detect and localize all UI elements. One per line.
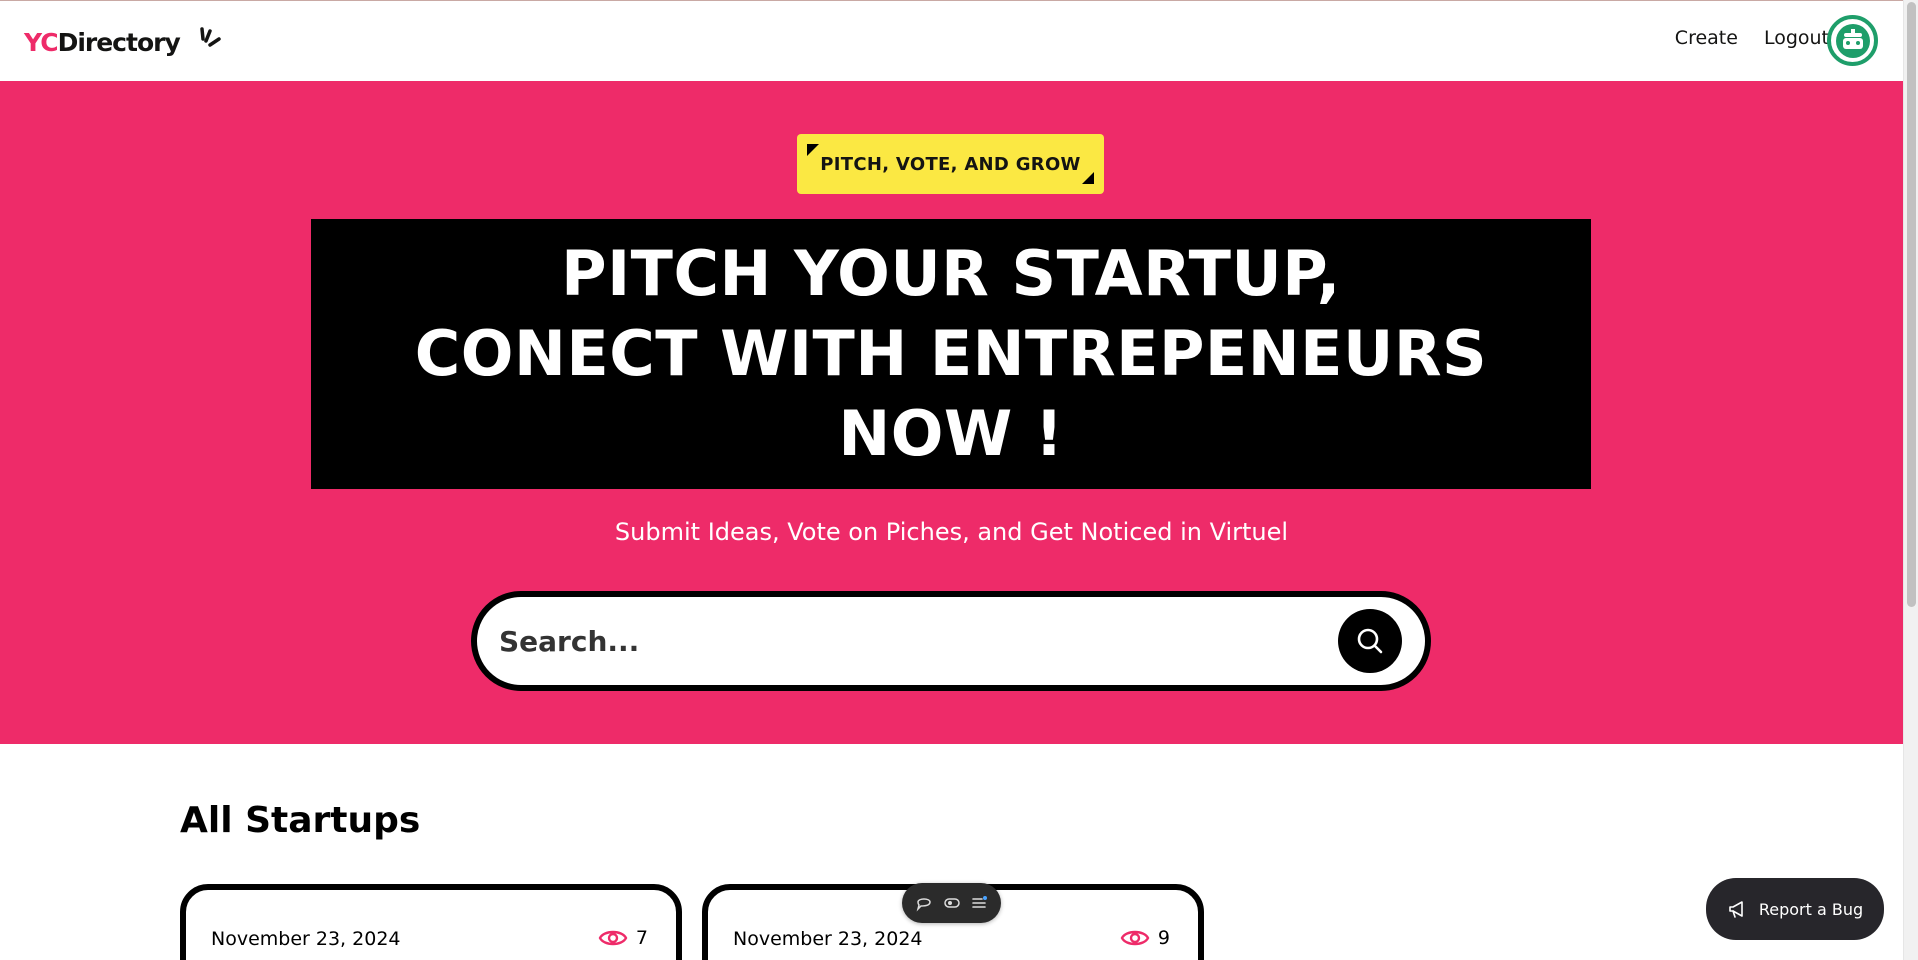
nav-links: Create Logout bbox=[1675, 27, 1829, 49]
search-input[interactable] bbox=[499, 624, 1338, 658]
headline-line-1: PITCH YOUR STARTUP, bbox=[561, 237, 1341, 310]
toggle-icon[interactable] bbox=[941, 892, 963, 914]
logo-name: Directory bbox=[57, 28, 181, 57]
card-views: 7 bbox=[598, 926, 648, 950]
logout-link[interactable]: Logout bbox=[1764, 27, 1829, 49]
sparkle-icon bbox=[200, 27, 221, 47]
startup-card[interactable]: November 23, 2024 7 bbox=[180, 884, 682, 960]
hero-subheading: Submit Ideas, Vote on Piches, and Get No… bbox=[614, 518, 1289, 546]
hero-headline: PITCH YOUR STARTUP, CONECT WITH ENTREPEN… bbox=[311, 219, 1591, 489]
hero-tag-text: PITCH, VOTE, AND GROW bbox=[820, 153, 1081, 175]
dev-toolbar bbox=[902, 883, 1001, 923]
report-bug-label: Report a Bug bbox=[1758, 899, 1864, 919]
search-icon bbox=[1357, 628, 1383, 654]
hero-section: PITCH, VOTE, AND GROW PITCH YOUR STARTUP… bbox=[0, 81, 1903, 744]
scrollbar-thumb[interactable] bbox=[1907, 2, 1916, 607]
user-avatar[interactable] bbox=[1827, 15, 1878, 66]
tag-corner-decoration bbox=[807, 144, 819, 156]
view-count: 7 bbox=[635, 927, 648, 949]
menu-icon[interactable] bbox=[968, 892, 990, 914]
logo[interactable]: YC Directory bbox=[24, 25, 221, 61]
comment-icon[interactable] bbox=[913, 892, 935, 914]
eye-icon bbox=[1120, 930, 1150, 946]
tag-corner-decoration bbox=[1082, 172, 1094, 184]
card-date: November 23, 2024 bbox=[733, 928, 923, 950]
headline-line-2: CONECT WITH ENTREPENEURS bbox=[414, 317, 1488, 390]
create-link[interactable]: Create bbox=[1675, 27, 1738, 49]
hero-tag: PITCH, VOTE, AND GROW bbox=[797, 134, 1104, 194]
search-form bbox=[471, 591, 1431, 691]
robot-avatar-icon bbox=[1835, 23, 1870, 58]
search-button[interactable] bbox=[1338, 609, 1402, 673]
megaphone-icon bbox=[1729, 901, 1743, 918]
logo-prefix: YC bbox=[24, 28, 59, 57]
section-title: All Startups bbox=[180, 800, 421, 841]
report-bug-button[interactable]: Report a Bug bbox=[1706, 878, 1884, 940]
card-date: November 23, 2024 bbox=[211, 928, 401, 950]
card-views: 9 bbox=[1120, 926, 1170, 950]
page-scrollbar[interactable] bbox=[1903, 0, 1918, 960]
navbar: YC Directory Create Logout bbox=[0, 1, 1903, 81]
view-count: 9 bbox=[1157, 927, 1170, 949]
eye-icon bbox=[598, 930, 628, 946]
headline-line-3: NOW ! bbox=[838, 397, 1064, 470]
